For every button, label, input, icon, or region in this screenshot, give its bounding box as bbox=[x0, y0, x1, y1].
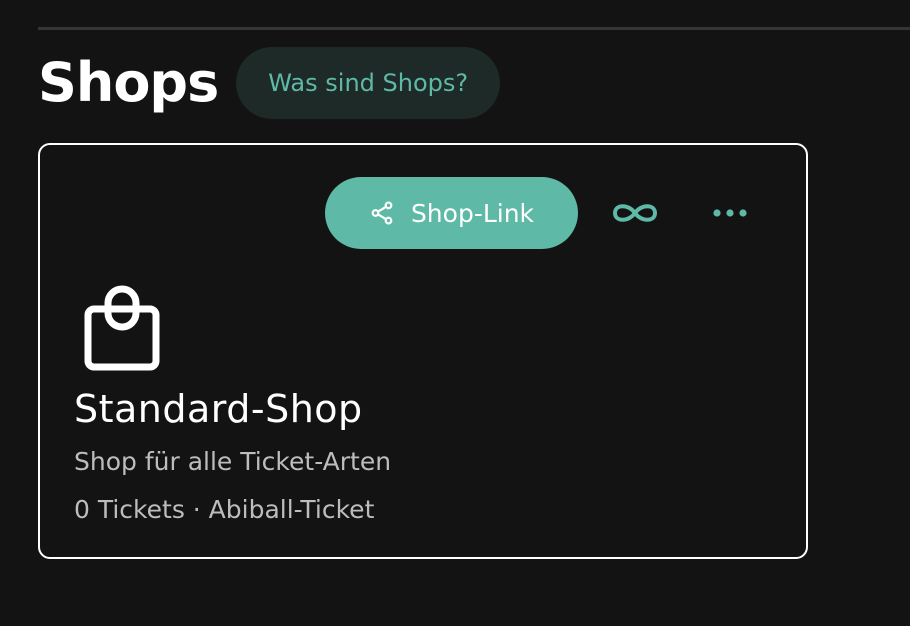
shop-link-button[interactable]: Shop-Link bbox=[325, 177, 578, 249]
shopping-bag-icon bbox=[82, 285, 162, 373]
shop-card[interactable]: Shop-Link Standard-Shop Shop für alle Ti… bbox=[38, 143, 808, 559]
more-horizontal-icon bbox=[713, 209, 747, 217]
page-title: Shops bbox=[38, 51, 219, 114]
what-are-shops-button[interactable]: Was sind Shops? bbox=[236, 47, 501, 119]
unlimited-button[interactable] bbox=[605, 193, 665, 233]
shops-header: Shops Was sind Shops? bbox=[38, 47, 501, 119]
more-options-button[interactable] bbox=[706, 193, 754, 233]
share-icon bbox=[369, 200, 395, 226]
top-divider bbox=[38, 27, 910, 30]
shop-name: Standard-Shop bbox=[74, 387, 363, 431]
shop-ticket-info: 0 Tickets · Abiball-Ticket bbox=[74, 495, 375, 524]
infinity-icon bbox=[612, 204, 658, 222]
shops-page: Shops Was sind Shops? Shop-Link Standard… bbox=[0, 0, 910, 626]
shop-link-label: Shop-Link bbox=[410, 198, 535, 228]
shop-description: Shop für alle Ticket-Arten bbox=[74, 447, 392, 476]
